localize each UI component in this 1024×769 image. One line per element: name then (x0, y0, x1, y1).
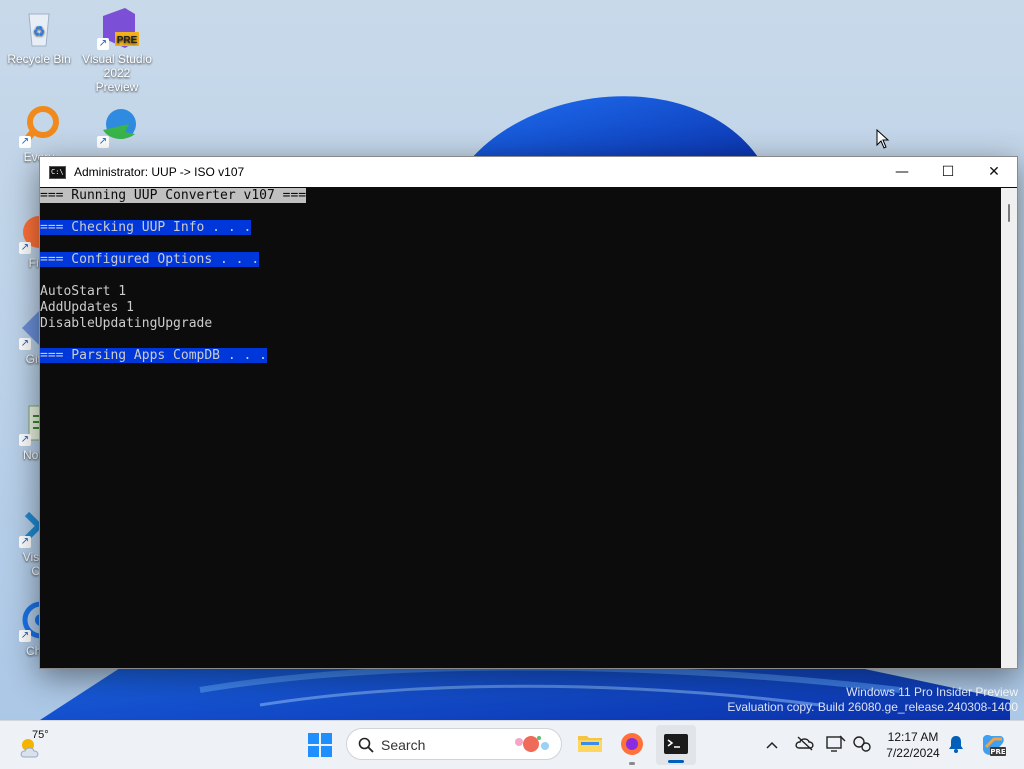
close-button[interactable]: ✕ (971, 157, 1017, 187)
weather-temp: 75° (32, 729, 49, 741)
desktop-icon-everything[interactable]: ↗ Every (3, 104, 75, 164)
search-icon (358, 737, 374, 753)
console-line: === Checking UUP Info . . . (40, 220, 1001, 236)
svg-text:PRE: PRE (990, 748, 1006, 756)
console-line-text: AddUpdates 1 (40, 300, 134, 315)
console-line-text: AutoStart 1 (40, 284, 127, 299)
console-line: === Running UUP Converter v107 === (40, 188, 1001, 204)
running-indicator (629, 762, 635, 765)
console-line: DisableUpdatingUpgrade (40, 316, 1001, 332)
console-line-text: === Running UUP Converter v107 === (40, 188, 307, 203)
console-line: === Configured Options . . . (40, 252, 1001, 268)
desktop-icon-label: Visual Studio (82, 52, 152, 66)
desktop-icon-label-line2: 2022 Preview (95, 66, 139, 94)
network-off-icon (853, 736, 871, 752)
console-line: === Parsing Apps CompDB . . . (40, 348, 1001, 364)
recycle-bin-icon: ♻ (17, 6, 61, 50)
active-indicator (668, 760, 684, 763)
desktop-icon-recycle-bin[interactable]: ♻ Recycle Bin (3, 6, 75, 66)
notifications-button[interactable] (948, 735, 964, 757)
taskbar-clock[interactable]: 12:17 AM 7/22/2024 (880, 729, 946, 761)
visual-studio-icon: PRE ↗ (95, 6, 139, 50)
console-line-text: === Parsing Apps CompDB . . . (40, 348, 267, 363)
globe-download-icon: ↗ (95, 104, 139, 148)
shortcut-arrow-icon: ↗ (19, 536, 31, 548)
taskbar-firefox[interactable] (618, 727, 646, 767)
shortcut-arrow-icon: ↗ (19, 338, 31, 350)
display-tray[interactable] (826, 735, 846, 757)
terminal-icon (664, 734, 688, 754)
console-line-text: === Configured Options . . . (40, 252, 260, 267)
console-line-text: DisableUpdatingUpgrade (40, 316, 213, 331)
weather-widget[interactable]: 75° (16, 729, 56, 761)
desktop-icon-label: Recycle Bin (7, 52, 71, 66)
bell-icon (949, 736, 963, 753)
network-tray[interactable] (852, 735, 872, 757)
start-button[interactable] (308, 733, 332, 761)
chevron-up-icon (766, 741, 778, 749)
copilot-button[interactable]: PRE (980, 733, 1006, 761)
cmd-app-icon: C:\ (49, 165, 66, 179)
copilot-icon: PRE (983, 735, 1006, 756)
console-line-text: === Checking UUP Info . . . (40, 220, 252, 235)
mouse-cursor-icon (876, 128, 890, 153)
taskbar: 75° Search 12:17 AM 7/22/2024 PRE (0, 720, 1024, 769)
taskbar-file-explorer[interactable] (576, 727, 604, 767)
clock-time: 12:17 AM (887, 730, 939, 744)
console-line: AddUpdates 1 (40, 300, 1001, 316)
desktop-icon-download-manager[interactable]: ↗ (81, 104, 153, 150)
search-highlight-illustration-icon (515, 736, 549, 752)
title-bar[interactable]: C:\ Administrator: UUP -> ISO v107 — ☐ ✕ (40, 157, 1017, 187)
windows-logo-icon (308, 733, 332, 757)
show-hidden-icons-button[interactable] (765, 737, 779, 755)
desktop-icon-visual-studio[interactable]: PRE ↗ Visual Studio 2022 Preview (81, 6, 153, 94)
folder-icon (578, 736, 602, 752)
console-line: AutoStart 1 (40, 284, 1001, 300)
maximize-button[interactable]: ☐ (925, 157, 971, 187)
shortcut-arrow-icon: ↗ (19, 136, 31, 148)
taskbar-search[interactable]: Search (346, 728, 562, 760)
vertical-scrollbar[interactable] (1001, 188, 1017, 668)
shortcut-arrow-icon: ↗ (19, 434, 31, 446)
watermark-line1: Windows 11 Pro Insider Preview (846, 685, 1018, 699)
search-placeholder: Search (381, 737, 426, 753)
magnifier-icon: ↗ (17, 104, 61, 148)
monitor-icon (826, 735, 846, 752)
onedrive-tray[interactable] (795, 735, 815, 755)
taskbar-terminal[interactable] (656, 725, 696, 765)
scrollbar-thumb[interactable] (1008, 204, 1010, 222)
shortcut-arrow-icon: ↗ (19, 242, 31, 254)
watermark-line2: Evaluation copy. Build 26080.ge_release.… (727, 700, 1018, 714)
shortcut-arrow-icon: ↗ (97, 38, 109, 50)
evaluation-watermark: Windows 11 Pro Insider Preview Evaluatio… (727, 685, 1018, 715)
shortcut-arrow-icon: ↗ (19, 630, 31, 642)
cloud-off-icon (795, 736, 814, 751)
clock-date: 7/22/2024 (886, 746, 940, 760)
minimize-button[interactable]: — (879, 157, 925, 187)
svg-text:PRE: PRE (117, 35, 138, 46)
svg-text:♻: ♻ (33, 23, 46, 39)
firefox-icon (621, 733, 643, 755)
shortcut-arrow-icon: ↗ (97, 136, 109, 148)
window-title: Administrator: UUP -> ISO v107 (74, 165, 245, 179)
console-output[interactable]: === Running UUP Converter v107 === === Ch… (40, 188, 1001, 668)
console-window[interactable]: C:\ Administrator: UUP -> ISO v107 — ☐ ✕… (39, 156, 1018, 669)
